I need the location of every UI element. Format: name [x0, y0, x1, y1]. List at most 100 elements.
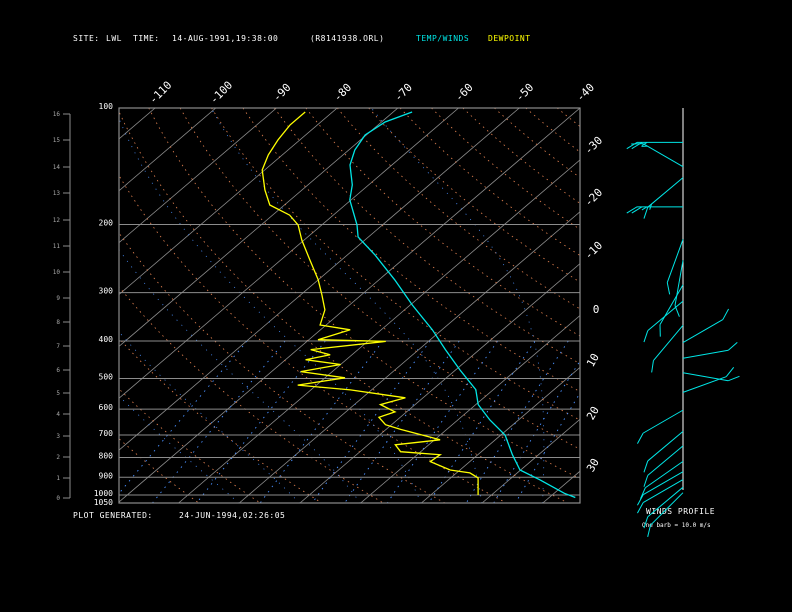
moist-adiabat: [119, 331, 300, 503]
dry-adiabat: [305, 108, 580, 337]
dry-adiabat: [119, 388, 261, 503]
isotherm-label-top: -80: [331, 81, 354, 104]
dry-adiabat: [119, 286, 384, 503]
wind-barb: [647, 300, 684, 332]
dry-adiabat: [119, 110, 569, 503]
temperature-profile: [349, 111, 576, 499]
wind-barb-flag: [640, 487, 646, 499]
wind-barb-flag: [626, 206, 638, 214]
isotherm: [119, 108, 156, 140]
wind-barb: [682, 376, 727, 393]
dry-adiabat: [589, 108, 792, 503]
wind-barb: [647, 486, 684, 518]
height-label: 6: [56, 367, 60, 374]
isotherm: [0, 108, 94, 503]
height-label: 5: [56, 390, 60, 397]
isotherm-label-top: -70: [392, 81, 415, 104]
isotherm: [481, 418, 580, 503]
dry-adiabat: [119, 337, 323, 503]
dry-adiabat: [651, 108, 792, 503]
wind-barb-flag: [722, 308, 730, 320]
pressure-label: 100: [99, 102, 114, 111]
height-label: 9: [56, 295, 60, 302]
wind-barb-flag: [626, 141, 638, 150]
pressure-label: 400: [99, 335, 114, 344]
height-label: 12: [53, 217, 61, 224]
wind-barb: [682, 372, 729, 382]
isotherm-label-top: -60: [452, 81, 475, 104]
height-label: 3: [56, 433, 60, 440]
pressure-label: 200: [99, 218, 114, 227]
dry-adiabat: [242, 108, 580, 393]
wind-barb: [647, 177, 684, 208]
wind-barb-flag: [725, 366, 735, 377]
wind-barb-flag: [728, 375, 740, 382]
wind-barb-flag: [666, 282, 671, 295]
wind-barb-flag: [631, 206, 643, 214]
height-label: 7: [56, 343, 60, 350]
wind-barb-flag: [643, 330, 649, 343]
dry-adiabat: [431, 108, 580, 230]
dry-adiabat: [179, 108, 580, 450]
pressure-label: 900: [99, 471, 114, 480]
height-label: 13: [53, 190, 61, 197]
moist-adiabat: [370, 108, 545, 503]
pressure-label: 700: [99, 429, 114, 438]
isotherm: [360, 314, 580, 503]
wind-barb: [682, 349, 729, 359]
height-label: 2: [56, 454, 60, 461]
isotherm-label-top: -100: [207, 79, 235, 107]
dry-adiabat: [211, 108, 580, 421]
height-label: 10: [53, 269, 61, 276]
isotherm-label-right: -30: [582, 134, 605, 157]
isotherm: [421, 366, 580, 503]
dry-adiabat: [273, 108, 580, 365]
height-label: 1: [56, 475, 60, 482]
pressure-label: 800: [99, 451, 114, 460]
isotherm-label-right: 20: [584, 404, 602, 422]
wind-barb-flag: [643, 475, 649, 487]
height-label: 8: [56, 319, 60, 326]
height-label: 11: [53, 243, 61, 250]
isotherm-label-top: -50: [513, 81, 536, 104]
wind-barb: [650, 492, 684, 526]
isotherm: [0, 108, 34, 503]
height-label: 16: [53, 111, 61, 118]
isotherm-label-right: 10: [584, 351, 602, 369]
wind-barb-flag: [636, 432, 644, 444]
isotherm: [119, 108, 520, 451]
dry-adiabat: [494, 108, 580, 179]
wind-barb: [642, 143, 684, 168]
wind-barb-flag: [647, 525, 651, 537]
isotherm: [119, 108, 277, 244]
isotherm-label-right: -10: [582, 239, 605, 262]
height-label: 0: [56, 495, 60, 502]
pressure-label: 1000: [94, 489, 113, 498]
pressure-label: 1050: [94, 498, 113, 507]
moist-adiabat: [119, 248, 361, 503]
mixing-ratio-line: [465, 340, 569, 503]
pressure-label: 300: [99, 287, 114, 296]
isotherm: [238, 211, 580, 503]
wind-barb: [647, 445, 684, 476]
mixing-ratio-line: [428, 340, 536, 503]
isotherm: [119, 108, 338, 296]
wind-barb-flag: [727, 341, 738, 351]
pressure-label: 600: [99, 403, 114, 412]
isotherm-label-top: -40: [574, 81, 597, 104]
dry-adiabat: [119, 438, 200, 503]
height-label: 4: [56, 411, 60, 418]
dry-adiabat: [462, 108, 580, 204]
isotherm: [119, 108, 580, 503]
isotherm: [119, 108, 217, 192]
wind-barb: [647, 430, 684, 462]
mixing-ratio-line: [515, 392, 580, 503]
wind-barb: [659, 284, 684, 325]
isotherm-label-right: 0: [593, 303, 600, 316]
wind-barb: [653, 325, 684, 361]
wind-barb-flag: [643, 460, 649, 473]
isotherm-label-top: -110: [147, 79, 175, 107]
mixing-ratio-line: [311, 340, 431, 503]
isotherm: [603, 108, 792, 503]
isotherm-label-top: -90: [270, 81, 293, 104]
